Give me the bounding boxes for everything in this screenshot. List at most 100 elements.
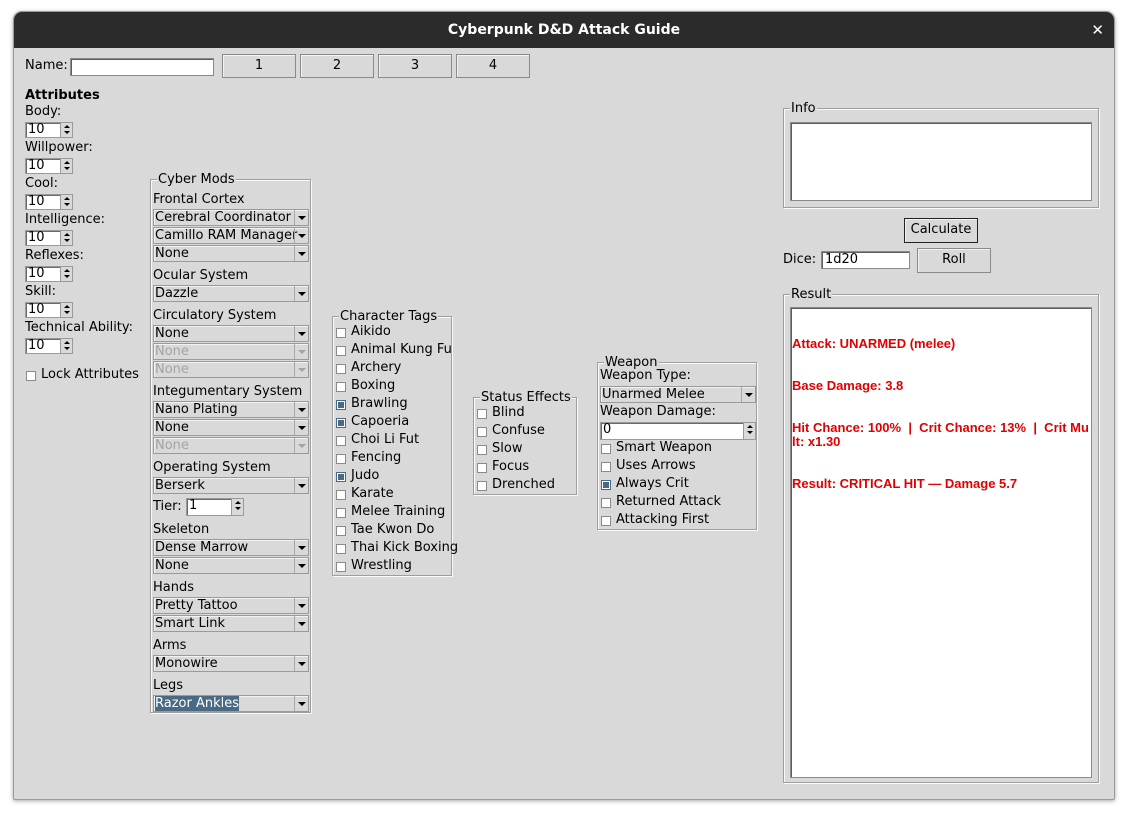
returned-attack-checkbox[interactable]: Returned Attack: [600, 493, 721, 511]
chevron-down-icon[interactable]: [294, 210, 308, 225]
chevron-down-icon[interactable]: [294, 598, 308, 613]
blind-checkbox[interactable]: Blind: [476, 404, 525, 422]
animal-kung-fu-checkbox[interactable]: Animal Kung Fu: [335, 341, 452, 359]
capoeria-checkbox[interactable]: Capoeria: [335, 413, 409, 431]
dice-input[interactable]: 1d20: [821, 251, 910, 269]
checkbox-icon[interactable]: [336, 472, 346, 482]
intelligence-spinbox[interactable]: 10: [25, 230, 73, 246]
checkbox-icon[interactable]: [336, 346, 346, 356]
circulatory-system-select-1[interactable]: None: [153, 325, 309, 342]
chevron-down-icon[interactable]: [294, 246, 308, 261]
spin-arrows-icon[interactable]: [743, 423, 755, 439]
chevron-down-icon[interactable]: [294, 540, 308, 555]
drenched-checkbox[interactable]: Drenched: [476, 476, 555, 494]
checkbox-icon[interactable]: [601, 516, 611, 526]
willpower-spinbox[interactable]: 10: [25, 158, 73, 174]
checkbox-icon[interactable]: [336, 490, 346, 500]
chevron-down-icon[interactable]: [294, 420, 308, 435]
frontal-cortex-select-1[interactable]: Cerebral Coordinator: [153, 209, 309, 226]
ocular-system-select[interactable]: Dazzle: [153, 285, 309, 302]
slow-checkbox[interactable]: Slow: [476, 440, 522, 458]
checkbox-icon[interactable]: [336, 382, 346, 392]
checkbox-icon[interactable]: [477, 463, 487, 473]
archery-checkbox[interactable]: Archery: [335, 359, 401, 377]
chevron-down-icon[interactable]: [294, 478, 308, 493]
checkbox-icon[interactable]: [336, 562, 346, 572]
tae-kwon-do-checkbox[interactable]: Tae Kwon Do: [335, 521, 434, 539]
wrestling-checkbox[interactable]: Wrestling: [335, 557, 412, 575]
checkbox-icon[interactable]: [26, 371, 36, 381]
name-input[interactable]: [70, 58, 214, 76]
operating-system-select[interactable]: Berserk: [153, 477, 309, 494]
confuse-checkbox[interactable]: Confuse: [476, 422, 545, 440]
tier-spinbox[interactable]: 1: [186, 498, 244, 516]
spin-arrows-icon[interactable]: [60, 303, 72, 317]
brawling-checkbox[interactable]: Brawling: [335, 395, 408, 413]
checkbox-icon[interactable]: [336, 418, 346, 428]
spin-arrows-icon[interactable]: [60, 231, 72, 245]
result-textbox[interactable]: Attack: UNARMED (melee) Base Damage: 3.8…: [790, 307, 1092, 778]
boxing-checkbox[interactable]: Boxing: [335, 377, 395, 395]
checkbox-icon[interactable]: [336, 454, 346, 464]
fencing-checkbox[interactable]: Fencing: [335, 449, 401, 467]
spin-arrows-icon[interactable]: [60, 267, 72, 281]
cool-spinbox[interactable]: 10: [25, 194, 73, 210]
reflexes-spinbox[interactable]: 10: [25, 266, 73, 282]
chevron-down-icon[interactable]: [294, 286, 308, 301]
arms-select[interactable]: Monowire: [153, 655, 309, 672]
slot-3-button[interactable]: 3: [378, 54, 452, 78]
thai-kick-boxing-checkbox[interactable]: Thai Kick Boxing: [335, 539, 458, 557]
focus-checkbox[interactable]: Focus: [476, 458, 529, 476]
hands-select-2[interactable]: Smart Link: [153, 615, 309, 632]
skeleton-select-1[interactable]: Dense Marrow: [153, 539, 309, 556]
choi-li-fut-checkbox[interactable]: Choi Li Fut: [335, 431, 419, 449]
slot-1-button[interactable]: 1: [222, 54, 296, 78]
spin-arrows-icon[interactable]: [60, 195, 72, 209]
skill-spinbox[interactable]: 10: [25, 302, 73, 318]
frontal-cortex-select-2[interactable]: Camillo RAM Manager: [153, 227, 309, 244]
checkbox-icon[interactable]: [477, 409, 487, 419]
chevron-down-icon[interactable]: [294, 558, 308, 573]
weapon-damage-spinbox[interactable]: 0: [600, 422, 756, 440]
checkbox-icon[interactable]: [336, 544, 346, 554]
chevron-down-icon[interactable]: [294, 402, 308, 417]
checkbox-icon[interactable]: [336, 364, 346, 374]
judo-checkbox[interactable]: Judo: [335, 467, 379, 485]
title-bar[interactable]: Cyberpunk D&D Attack Guide ✕: [14, 12, 1114, 48]
lock-attributes-checkbox[interactable]: Lock Attributes: [25, 366, 139, 384]
checkbox-icon[interactable]: [477, 427, 487, 437]
aikido-checkbox[interactable]: Aikido: [335, 323, 391, 341]
spin-arrows-icon[interactable]: [60, 159, 72, 173]
chevron-down-icon[interactable]: [294, 228, 308, 243]
checkbox-icon[interactable]: [601, 444, 611, 454]
integumentary-system-select-1[interactable]: Nano Plating: [153, 401, 309, 418]
checkbox-icon[interactable]: [601, 462, 611, 472]
chevron-down-icon[interactable]: [294, 696, 308, 711]
checkbox-icon[interactable]: [336, 526, 346, 536]
smart-weapon-checkbox[interactable]: Smart Weapon: [600, 439, 712, 457]
spin-arrows-icon[interactable]: [231, 499, 243, 515]
roll-button[interactable]: Roll: [917, 248, 991, 273]
body-spinbox[interactable]: 10: [25, 122, 73, 138]
skeleton-select-2[interactable]: None: [153, 557, 309, 574]
chevron-down-icon[interactable]: [294, 616, 308, 631]
checkbox-icon[interactable]: [336, 436, 346, 446]
checkbox-icon[interactable]: [336, 400, 346, 410]
weapon-type-select[interactable]: Unarmed Melee: [600, 386, 756, 403]
chevron-down-icon[interactable]: [741, 387, 755, 402]
chevron-down-icon[interactable]: [294, 656, 308, 671]
always-crit-checkbox[interactable]: Always Crit: [600, 475, 689, 493]
info-textbox[interactable]: [790, 122, 1092, 201]
melee-training-checkbox[interactable]: Melee Training: [335, 503, 445, 521]
integumentary-system-select-2[interactable]: None: [153, 419, 309, 436]
frontal-cortex-select-3[interactable]: None: [153, 245, 309, 262]
calculate-button[interactable]: Calculate: [904, 218, 978, 243]
spin-arrows-icon[interactable]: [60, 123, 72, 137]
slot-2-button[interactable]: 2: [300, 54, 374, 78]
checkbox-icon[interactable]: [601, 498, 611, 508]
legs-select[interactable]: Razor Ankles: [153, 695, 309, 712]
slot-4-button[interactable]: 4: [456, 54, 530, 78]
karate-checkbox[interactable]: Karate: [335, 485, 394, 503]
checkbox-icon[interactable]: [477, 445, 487, 455]
spin-arrows-icon[interactable]: [60, 339, 72, 353]
